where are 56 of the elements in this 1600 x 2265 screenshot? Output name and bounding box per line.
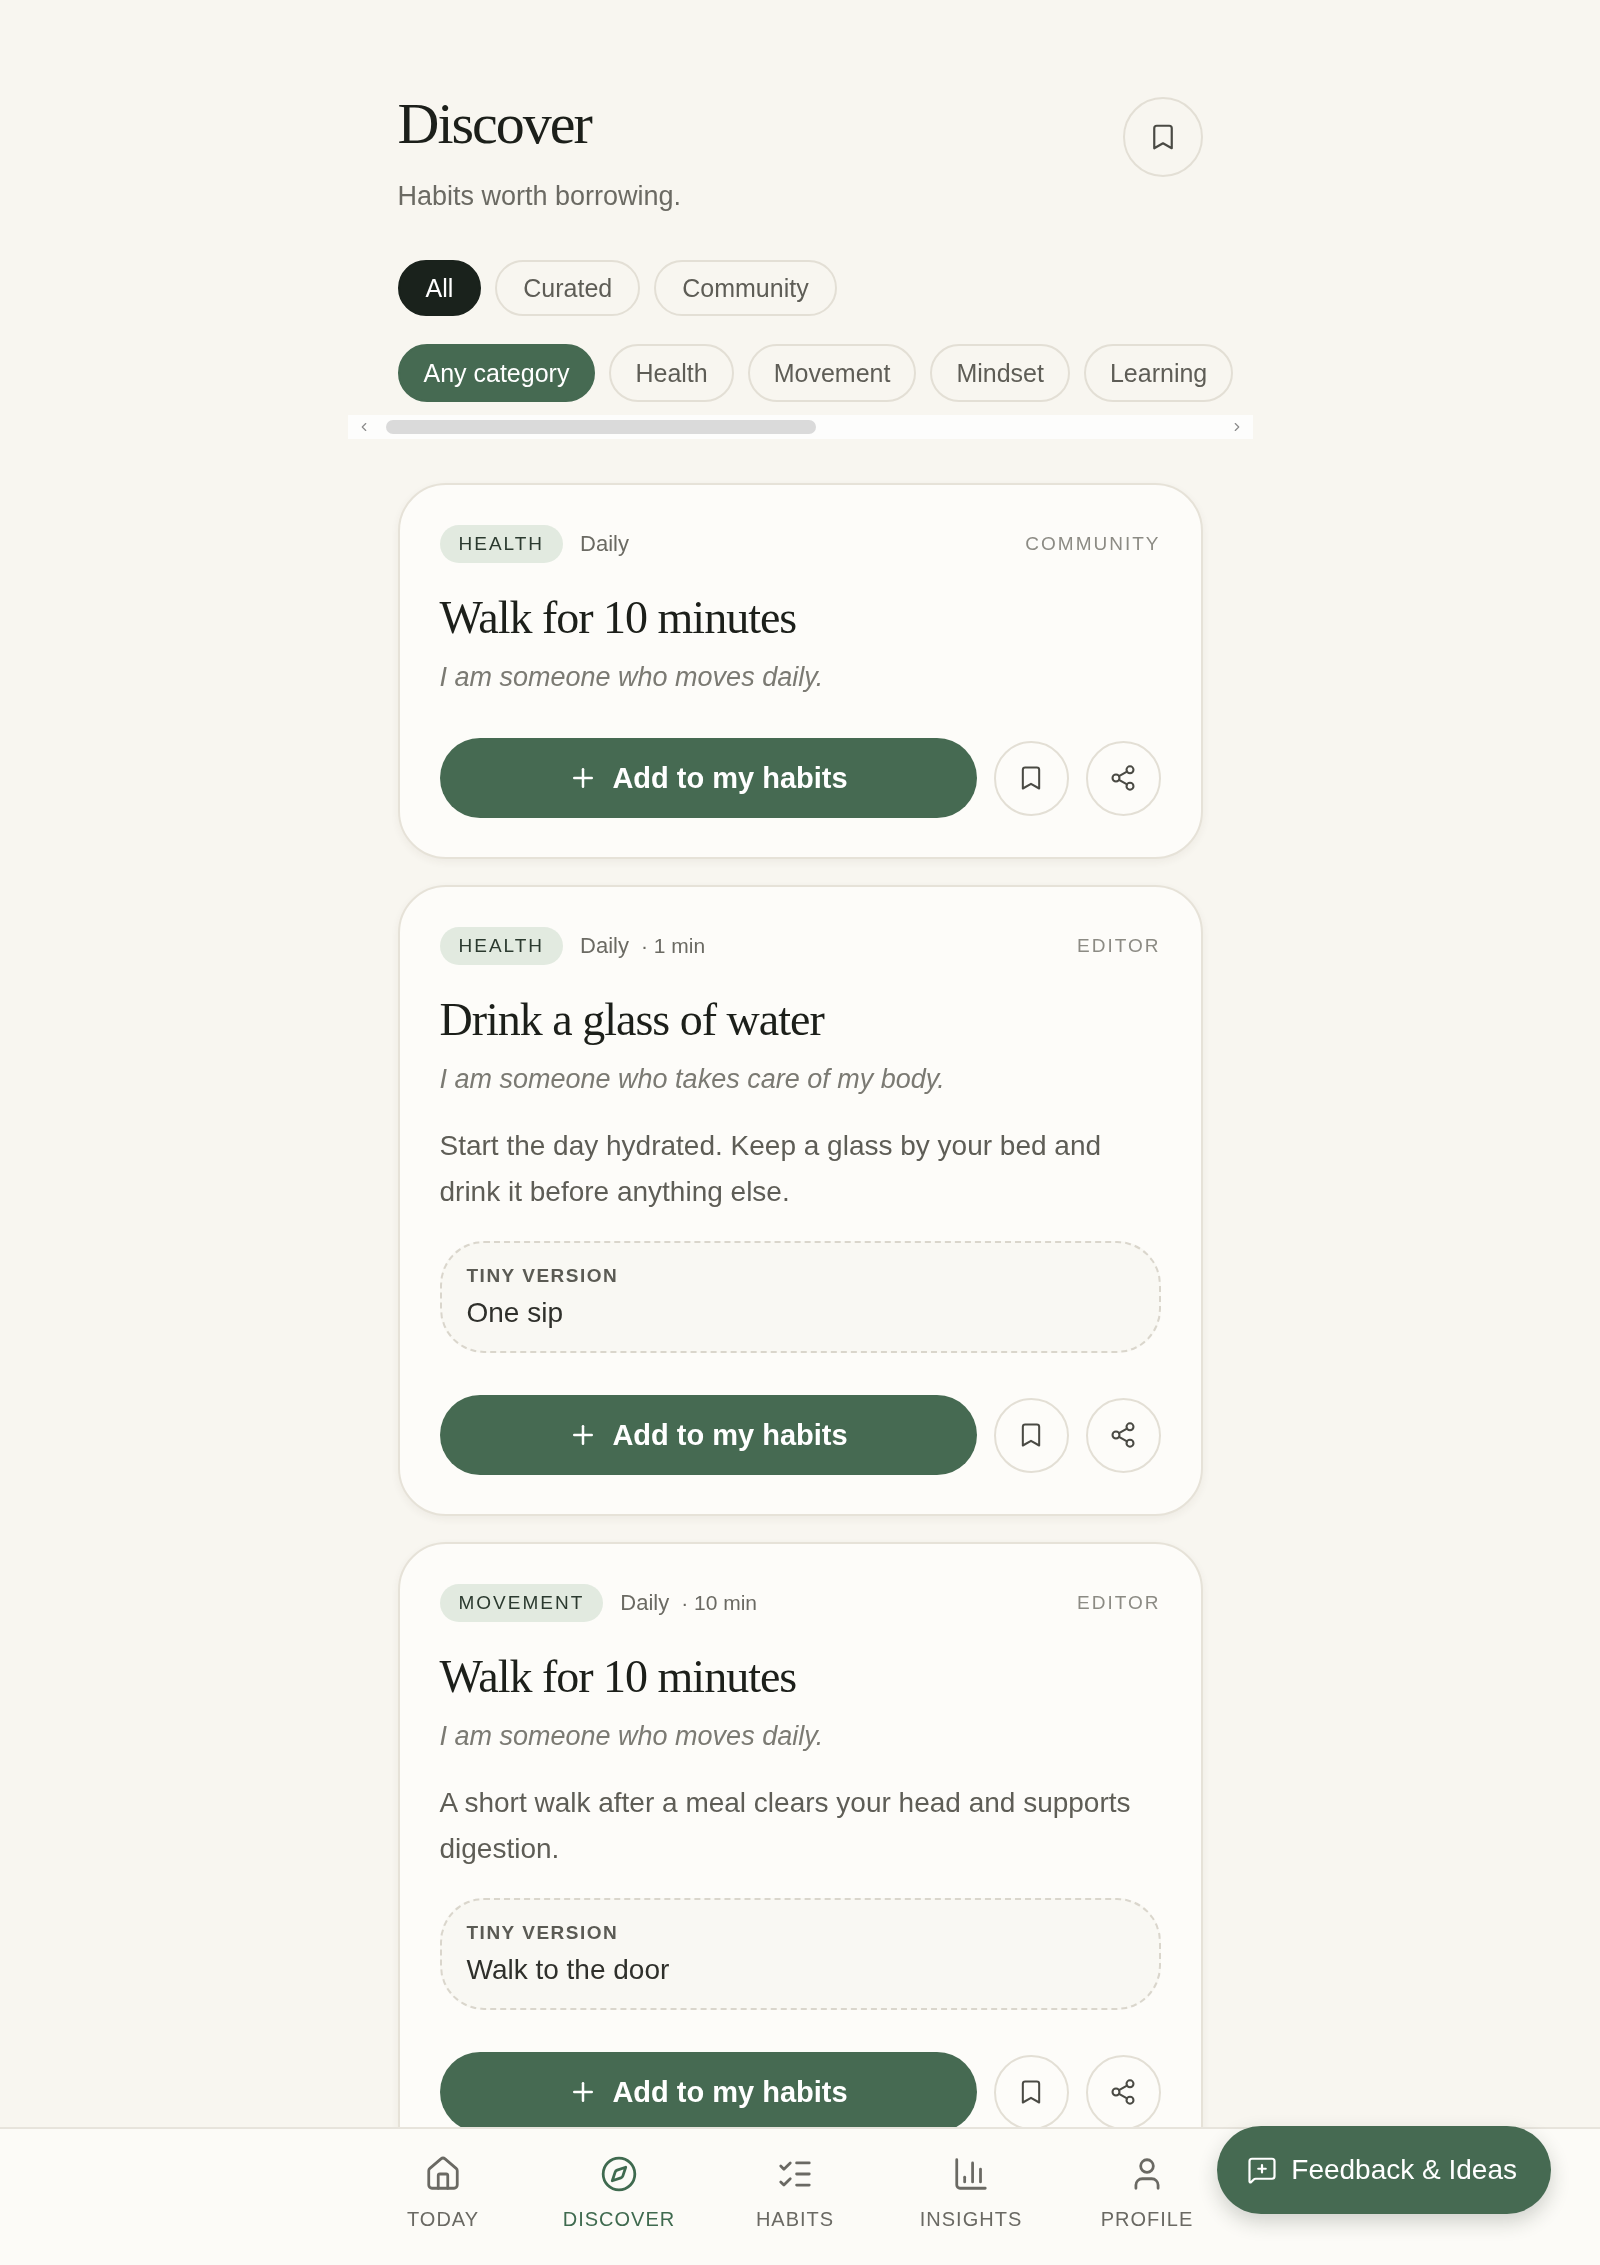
identity-statement: I am someone who takes care of my body. [439, 1063, 946, 1096]
frequency-label: Daily [620, 1590, 670, 1616]
category-chip[interactable]: Mindset [930, 344, 1070, 402]
source-tab[interactable]: Community [654, 260, 837, 316]
source-label: EDITOR [1077, 1592, 1161, 1614]
page-title: Discover [397, 92, 593, 156]
category-chip[interactable]: Health [609, 344, 734, 402]
compass-icon [600, 2155, 638, 2193]
habit-title: Walk for 10 minutes [439, 591, 798, 645]
share-button[interactable] [1085, 1397, 1161, 1473]
habit-description: A short walk after a meal clears your head and supports digestion. [439, 1786, 1132, 1866]
tiny-version-value: Walk to the door [466, 1953, 671, 1987]
category-tag: MOVEMENT [439, 1584, 604, 1622]
frequency-label: Daily [580, 531, 629, 557]
category-tag: HEALTH [439, 927, 564, 965]
share-icon [1109, 2078, 1137, 2106]
message-plus-icon [1247, 2155, 1278, 2185]
nav-item[interactable]: TODAY [400, 2155, 486, 2231]
share-button[interactable] [1085, 740, 1161, 816]
nav-item[interactable]: PROFILE [1094, 2155, 1200, 2231]
nav-item[interactable]: DISCOVER [556, 2155, 682, 2231]
source-tab[interactable]: All [397, 260, 482, 316]
page-subtitle: Habits worth borrowing. [397, 180, 682, 213]
identity-statement: I am someone who moves daily. [439, 1720, 825, 1753]
habit-title: Walk for 10 minutes [439, 1650, 798, 1704]
source-label: COMMUNITY [1025, 533, 1161, 555]
add-habit-button[interactable]: Add to my habits [439, 738, 977, 818]
category-chip[interactable]: Any category [397, 344, 596, 402]
tiny-version-label: TINY VERSION [466, 1264, 620, 1288]
tiny-version-value: One sip [466, 1296, 564, 1330]
saved-button[interactable] [1122, 97, 1203, 177]
category-tag: HEALTH [439, 525, 564, 563]
share-icon [1109, 1421, 1137, 1449]
duration-label: · 1 min [640, 934, 706, 958]
add-habit-button[interactable]: Add to my habits [439, 1395, 977, 1475]
category-chip[interactable]: Learning [1083, 344, 1234, 402]
add-habit-button[interactable]: Add to my habits [439, 2052, 977, 2127]
bookmark-button[interactable] [993, 1397, 1069, 1473]
source-tab[interactable]: Curated [495, 260, 641, 316]
source-label: EDITOR [1077, 935, 1161, 957]
identity-statement: I am someone who moves daily. [439, 661, 825, 694]
share-icon [1109, 764, 1137, 792]
scrollbar-thumb[interactable] [385, 420, 816, 434]
habit-title: Drink a glass of water [439, 993, 826, 1047]
home-icon [424, 2155, 462, 2193]
nav-item[interactable]: INSIGHTS [913, 2155, 1029, 2231]
duration-label: · 10 min [681, 1591, 758, 1615]
horizontal-scrollbar[interactable] [347, 415, 1253, 439]
bar-chart-icon [952, 2155, 990, 2193]
habit-description: Start the day hydrated. Keep a glass by your bed and drink it before anything else. [439, 1129, 1103, 1209]
nav-item[interactable]: HABITS [749, 2155, 841, 2231]
bookmark-button[interactable] [993, 740, 1069, 816]
frequency-label: Daily [580, 933, 629, 959]
category-chip[interactable]: Movement [747, 344, 917, 402]
tiny-version-label: TINY VERSION [466, 1921, 620, 1945]
feedback-button[interactable]: Feedback & Ideas [1217, 2126, 1551, 2214]
